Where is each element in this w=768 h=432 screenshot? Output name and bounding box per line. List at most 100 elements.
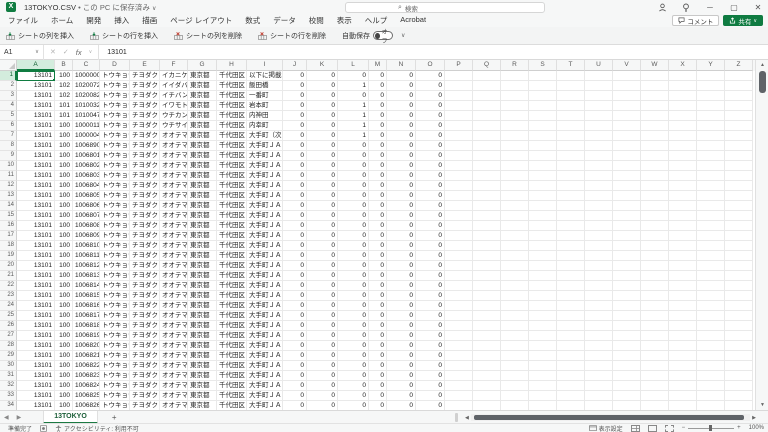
cell-L10[interactable]: 0 [338,161,369,171]
cell-R31[interactable] [501,371,529,381]
cell-S13[interactable] [529,191,557,201]
cell-D2[interactable]: トウキョウト [100,81,130,91]
cell-Q15[interactable] [473,211,501,221]
cell-A4[interactable]: 13101 [17,101,55,111]
menu-tab-ページ レイアウト[interactable]: ページ レイアウト [170,15,232,26]
cell-E4[interactable]: チヨダク [130,101,160,111]
cell-M32[interactable]: 0 [369,381,387,391]
row-header-10[interactable]: 10 [0,161,17,171]
cell-E3[interactable]: チヨダク [130,91,160,101]
close-button[interactable]: ✕ [752,3,764,12]
cell-T27[interactable] [557,331,585,341]
cell-W4[interactable] [641,101,669,111]
cell-T11[interactable] [557,171,585,181]
cell-T6[interactable] [557,121,585,131]
cell-G29[interactable]: 東京都 [188,351,217,361]
cell-T18[interactable] [557,241,585,251]
cell-G18[interactable]: 東京都 [188,241,217,251]
cell-E34[interactable]: チヨダク [130,401,160,410]
cell-D5[interactable]: トウキョウト [100,111,130,121]
cell-A30[interactable]: 13101 [17,361,55,371]
cell-V11[interactable] [613,171,641,181]
cell-L27[interactable]: 0 [338,331,369,341]
cell-I32[interactable]: 大手町ＪＡ [247,381,283,391]
row-header-27[interactable]: 27 [0,331,17,341]
cell-M33[interactable]: 0 [369,391,387,401]
cell-L11[interactable]: 0 [338,171,369,181]
cell-S31[interactable] [529,371,557,381]
cell-V25[interactable] [613,311,641,321]
cell-W10[interactable] [641,161,669,171]
cell-F29[interactable]: オオテマチジェイ [160,351,188,361]
cell-X26[interactable] [669,321,697,331]
cell-L26[interactable]: 0 [338,321,369,331]
cell-S12[interactable] [529,181,557,191]
cell-S6[interactable] [529,121,557,131]
row-header-18[interactable]: 18 [0,241,17,251]
column-header-U[interactable]: U [585,60,613,71]
cell-T34[interactable] [557,401,585,410]
cell-B18[interactable]: 100 [55,241,73,251]
cell-D3[interactable]: トウキョウト [100,91,130,101]
cell-Z2[interactable] [725,81,753,91]
cell-Q29[interactable] [473,351,501,361]
cell-T31[interactable] [557,371,585,381]
cell-Z21[interactable] [725,271,753,281]
cell-A21[interactable]: 13101 [17,271,55,281]
cell-O10[interactable]: 0 [416,161,445,171]
cell-W16[interactable] [641,221,669,231]
row-header-1[interactable]: 1 [0,71,17,81]
cell-U1[interactable] [585,71,613,81]
cell-U19[interactable] [585,251,613,261]
row-header-24[interactable]: 24 [0,301,17,311]
cell-T12[interactable] [557,181,585,191]
cell-D34[interactable]: トウキョウト [100,401,130,410]
cell-T29[interactable] [557,351,585,361]
cell-A14[interactable]: 13101 [17,201,55,211]
cell-N17[interactable]: 0 [387,231,416,241]
cell-E31[interactable]: チヨダク [130,371,160,381]
cell-Q1[interactable] [473,71,501,81]
cell-B24[interactable]: 100 [55,301,73,311]
cell-X15[interactable] [669,211,697,221]
cell-P10[interactable] [445,161,473,171]
cell-J6[interactable]: 0 [283,121,307,131]
cell-N19[interactable]: 0 [387,251,416,261]
column-header-O[interactable]: O [416,60,445,71]
cell-B10[interactable]: 100 [55,161,73,171]
row-header-2[interactable]: 2 [0,81,17,91]
cell-O8[interactable]: 0 [416,141,445,151]
cell-T26[interactable] [557,321,585,331]
cell-Z24[interactable] [725,301,753,311]
cell-P32[interactable] [445,381,473,391]
cell-Y10[interactable] [697,161,725,171]
cell-S2[interactable] [529,81,557,91]
cell-L17[interactable]: 0 [338,231,369,241]
cell-U31[interactable] [585,371,613,381]
cell-H3[interactable]: 千代田区 [217,91,247,101]
cell-Y27[interactable] [697,331,725,341]
cell-K23[interactable]: 0 [307,291,338,301]
cell-V34[interactable] [613,401,641,410]
cell-L9[interactable]: 0 [338,151,369,161]
cell-O16[interactable]: 0 [416,221,445,231]
cell-D30[interactable]: トウキョウト [100,361,130,371]
cell-T25[interactable] [557,311,585,321]
cell-I5[interactable]: 内神田 [247,111,283,121]
cell-H20[interactable]: 千代田区 [217,261,247,271]
cell-M8[interactable]: 0 [369,141,387,151]
cell-Q32[interactable] [473,381,501,391]
cell-W32[interactable] [641,381,669,391]
cell-K17[interactable]: 0 [307,231,338,241]
cell-F27[interactable]: オオテマチジェイ [160,331,188,341]
cell-Y13[interactable] [697,191,725,201]
cell-Q3[interactable] [473,91,501,101]
cell-B31[interactable]: 100 [55,371,73,381]
cell-X32[interactable] [669,381,697,391]
row-header-23[interactable]: 23 [0,291,17,301]
cell-Q27[interactable] [473,331,501,341]
cell-A2[interactable]: 13101 [17,81,55,91]
cell-N12[interactable]: 0 [387,181,416,191]
cell-Q8[interactable] [473,141,501,151]
cell-V1[interactable] [613,71,641,81]
